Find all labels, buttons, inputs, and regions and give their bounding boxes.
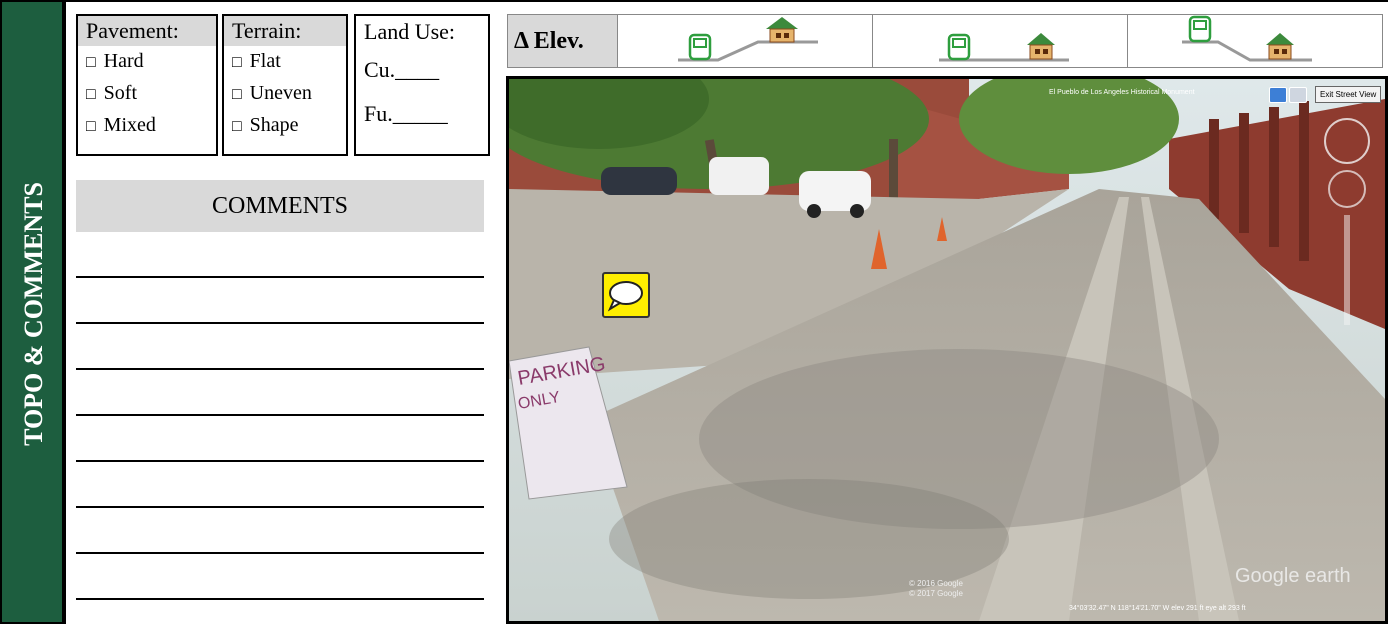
checkbox-icon[interactable]: □ xyxy=(86,86,96,103)
land-use-current-field[interactable]: Cu.____ xyxy=(356,48,488,92)
checkbox-icon[interactable]: □ xyxy=(232,118,242,135)
checkbox-icon[interactable]: □ xyxy=(86,118,96,135)
speech-bubble-icon xyxy=(607,281,643,312)
checkbox-icon[interactable]: □ xyxy=(232,54,242,71)
terrain-box: Terrain: □ Flat □ Uneven □ Shape xyxy=(222,14,348,156)
comment-line[interactable] xyxy=(76,414,484,416)
comment-line[interactable] xyxy=(76,506,484,508)
elevation-uphill-icon xyxy=(678,17,818,62)
terrain-header: Terrain: xyxy=(224,16,346,46)
copyright-text: © 2016 Google xyxy=(909,579,963,588)
land-use-header: Land Use: xyxy=(364,19,456,44)
elevation-label: Δ Elev. xyxy=(508,15,617,67)
terrain-option-flat[interactable]: □ Flat xyxy=(224,46,346,78)
checkbox-icon[interactable]: □ xyxy=(232,86,242,103)
comment-line[interactable] xyxy=(76,368,484,370)
comment-button[interactable] xyxy=(602,272,650,318)
google-earth-logo: Google earth xyxy=(1235,565,1351,587)
terrain-option-shape[interactable]: □ Shape xyxy=(224,110,346,142)
pavement-header: Pavement: xyxy=(78,16,216,46)
exit-street-view-button[interactable]: Exit Street View xyxy=(1315,86,1382,103)
comment-line[interactable] xyxy=(76,598,484,600)
pavement-box: Pavement: □ Hard □ Soft □ Mixed xyxy=(76,14,218,156)
street-view-image[interactable]: PARKING ONLY El Pueblo de Los Angeles Hi… xyxy=(506,76,1388,624)
elevation-option-uphill[interactable] xyxy=(617,15,872,67)
sidebar: TOPO & COMMENTS xyxy=(0,0,64,624)
street-scene: PARKING ONLY xyxy=(509,79,1385,621)
comments-header: COMMENTS xyxy=(76,180,484,232)
person-icon[interactable] xyxy=(1269,87,1287,103)
compass-icon[interactable] xyxy=(1289,87,1307,103)
location-label: El Pueblo de Los Angeles Historical Monu… xyxy=(1049,89,1195,96)
elevation-downhill-icon xyxy=(1182,15,1312,62)
sidebar-title: TOPO & COMMENTS xyxy=(19,182,48,446)
comment-line[interactable] xyxy=(76,460,484,462)
pavement-option-hard[interactable]: □ Hard xyxy=(78,46,216,78)
elevation-flat-icon xyxy=(939,33,1069,62)
divider xyxy=(64,0,1388,2)
elevation-option-downhill[interactable] xyxy=(1127,15,1382,67)
comment-line[interactable] xyxy=(76,552,484,554)
land-use-future-field[interactable]: Fu._____ xyxy=(356,92,488,136)
land-use-box: Land Use: Cu.____ Fu._____ xyxy=(354,14,490,156)
checkbox-icon[interactable]: □ xyxy=(86,54,96,71)
copyright-text: © 2017 Google xyxy=(909,589,963,598)
status-bar: 34°03'32.47" N 118°14'21.70" W elev 291 … xyxy=(1069,605,1246,612)
comment-line[interactable] xyxy=(76,322,484,324)
terrain-option-uneven[interactable]: □ Uneven xyxy=(224,78,346,110)
pavement-option-soft[interactable]: □ Soft xyxy=(78,78,216,110)
comment-line[interactable] xyxy=(76,276,484,278)
pavement-option-mixed[interactable]: □ Mixed xyxy=(78,110,216,142)
elevation-option-flat[interactable] xyxy=(872,15,1127,67)
elevation-row: Δ Elev. xyxy=(507,14,1383,68)
divider xyxy=(64,0,66,624)
